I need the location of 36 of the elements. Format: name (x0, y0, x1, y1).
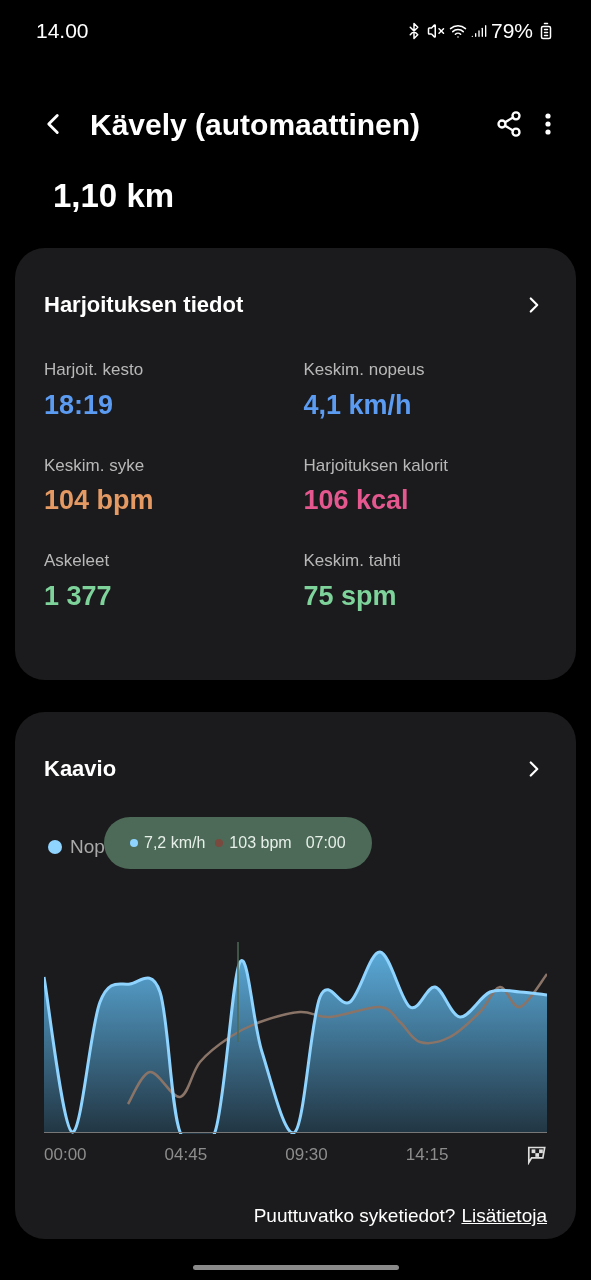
details-header[interactable]: Harjoituksen tiedot (44, 288, 547, 321)
stat-value: 106 kcal (303, 484, 410, 517)
more-button[interactable] (545, 113, 551, 135)
stat-label: Keskim. syke (44, 454, 146, 477)
stat-value: 104 bpm (44, 484, 155, 517)
page-title: Kävely (automaattinen) (90, 106, 422, 143)
signal-icon (470, 23, 487, 39)
tooltip-heart-rate: 103 bpm (229, 833, 292, 853)
tooltip-time: 07:00 (305, 833, 346, 853)
stat-label: Keskim. nopeus (303, 359, 426, 381)
x-axis-label: 14:15 (405, 1144, 450, 1166)
stat-label: Keskim. tahti (303, 550, 402, 572)
x-axis-label: 09:30 (285, 1144, 329, 1166)
stat-value: 1 377 (44, 579, 113, 613)
learn-more-link[interactable]: Lisätietoja (461, 1201, 547, 1230)
stat-value: 18:19 (44, 388, 115, 422)
x-axis-label: 04:45 (164, 1144, 209, 1166)
legend-label: Nop (70, 835, 105, 859)
more-icon (545, 113, 551, 135)
distance-value: 1,10 km (52, 176, 176, 216)
tooltip-speed: 7,2 km/h (144, 833, 206, 853)
battery-percent: 79% (490, 18, 533, 45)
share-icon (495, 110, 523, 138)
x-axis-label: 00:00 (44, 1144, 88, 1166)
stat-value: 75 spm (303, 579, 398, 613)
stat-value: 4,1 km/h (303, 388, 413, 422)
missing-heart-rate-text: Puuttuvatko syketiedot? (253, 1203, 456, 1228)
finish-flag-icon (526, 1144, 547, 1165)
wifi-icon (448, 22, 467, 40)
stat-label: Askeleet (44, 550, 111, 572)
stat-label: Harjoit. kesto (44, 359, 145, 381)
chart-header[interactable]: Kaavio (44, 752, 547, 785)
share-button[interactable] (495, 110, 523, 138)
mute-icon (426, 22, 445, 40)
stat-label: Harjoituksen kalorit (303, 454, 450, 477)
status-time: 14.00 (36, 18, 89, 45)
